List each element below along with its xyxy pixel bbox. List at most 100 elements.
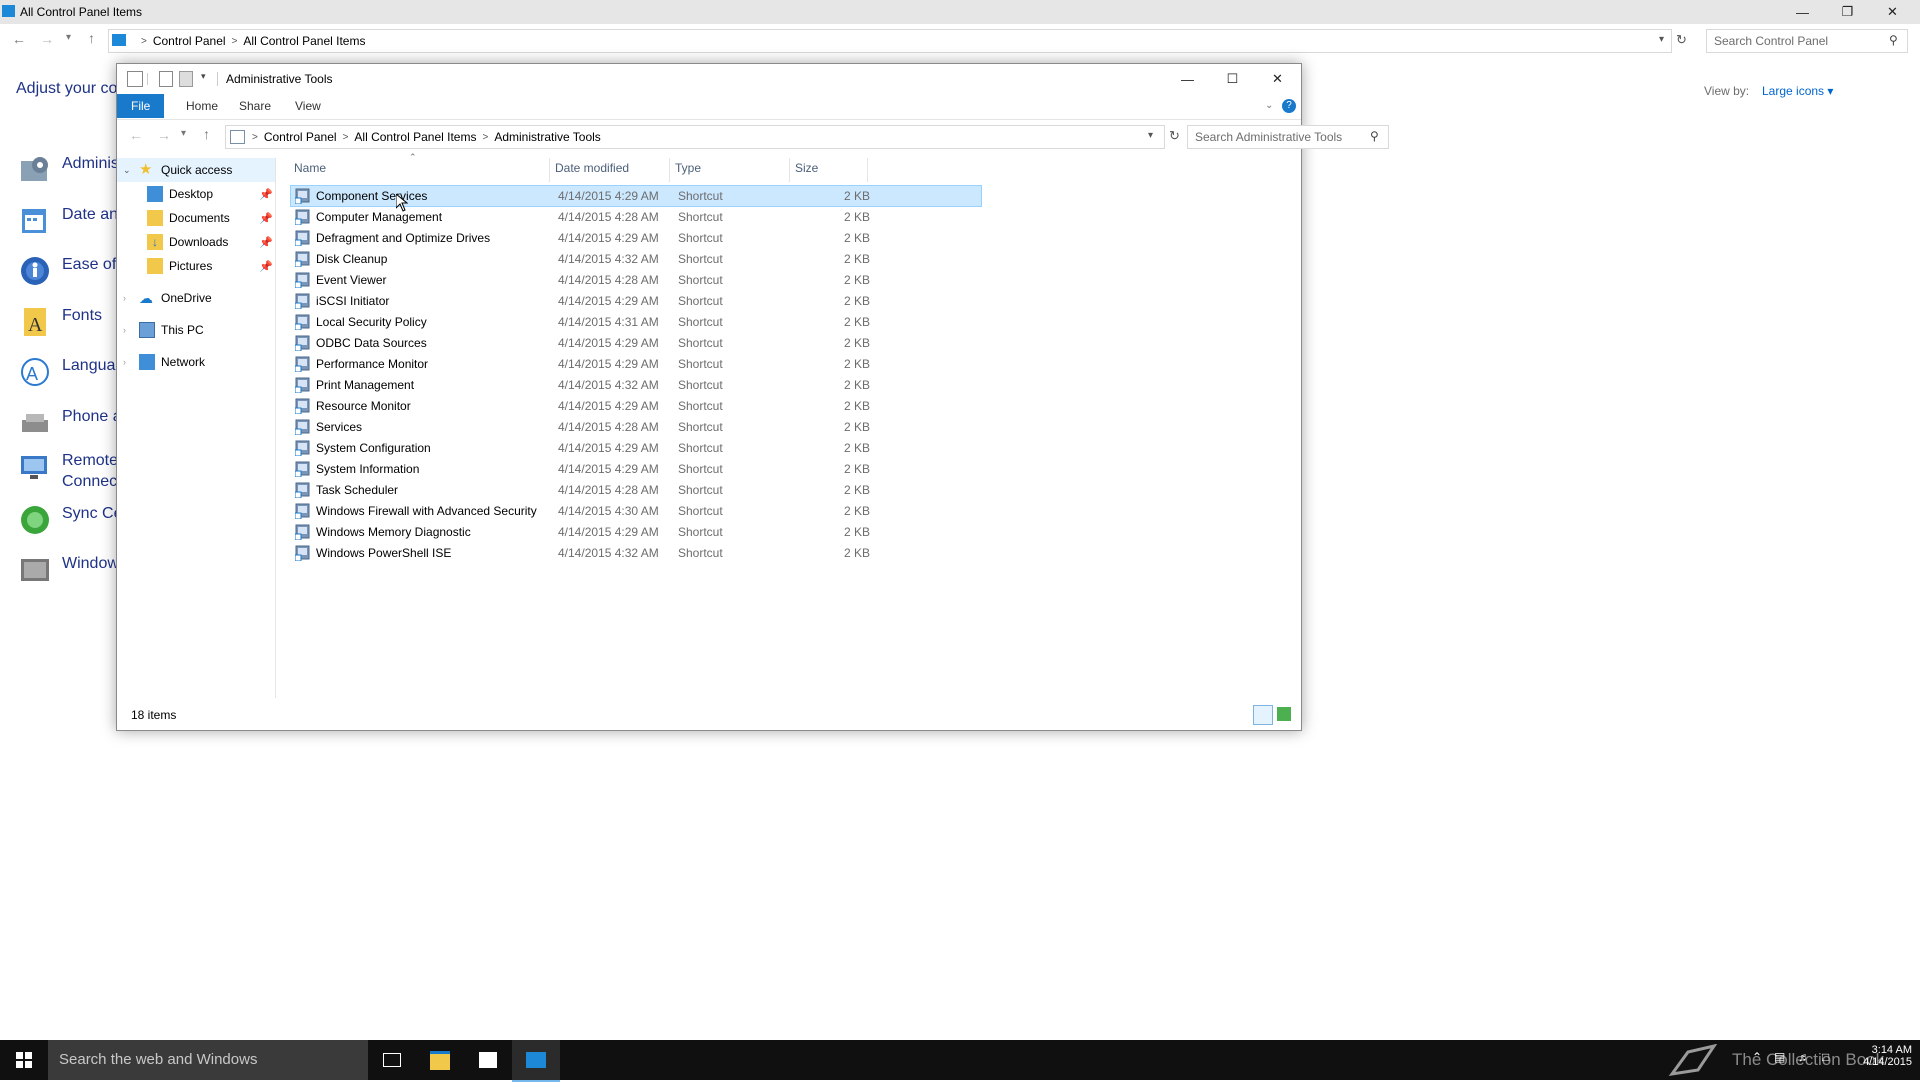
file-row[interactable]: ODBC Data Sources 4/14/2015 4:29 AM Shortc… [291,333,981,353]
breadcrumb-all-items[interactable]: All Control Panel Items [243,34,365,48]
file-row[interactable]: Performance Monitor 4/14/2015 4:29 AM Shor… [291,354,981,374]
file-row[interactable]: Print Management 4/14/2015 4:32 AM Shortcu… [291,375,981,395]
cp-item-date-time[interactable]: Date an [18,204,118,238]
file-row[interactable]: Component Services 4/14/2015 4:29 AM Short… [290,185,982,207]
pin-icon[interactable]: 📌 [259,212,273,225]
explorer-search-input[interactable]: Search Administrative Tools ⚲ [1187,125,1389,149]
file-row[interactable]: System Information 4/14/2015 4:29 AM Short… [291,459,981,479]
file-row[interactable]: Computer Management 4/14/2015 4:28 AM Shor… [291,207,981,227]
nav-desktop[interactable]: Desktop 📌 [117,182,275,206]
nav-this-pc[interactable]: › This PC [117,318,275,342]
file-row[interactable]: Event Viewer 4/14/2015 4:28 AM Shortcut 2 K… [291,270,981,290]
file-row[interactable]: iSCSI Initiator 4/14/2015 4:29 AM Shortcut… [291,291,981,311]
expand-chevron-icon[interactable]: › [123,325,133,335]
address-dropdown-icon[interactable]: ▾ [1659,34,1664,45]
large-icons-view-icon[interactable] [1277,707,1291,721]
pin-icon[interactable]: 📌 [259,236,273,249]
restore-button[interactable]: ❐ [1825,0,1870,24]
explorer-refresh-icon[interactable]: ↻ [1169,128,1180,144]
explorer-close-button[interactable]: ✕ [1255,64,1300,94]
file-explorer-taskbar-button[interactable] [416,1040,464,1080]
cp-item-phone-modem[interactable]: Phone a [18,406,122,440]
task-view-button[interactable] [368,1040,416,1080]
explorer-breadcrumb-all-items[interactable]: All Control Panel Items [354,130,476,144]
clock[interactable]: 3:14 AM 4/14/2015 [1852,1044,1912,1068]
file-row[interactable]: System Configuration 4/14/2015 4:29 AM Sho… [291,438,981,458]
tab-share[interactable]: Share [225,94,285,118]
details-view-icon[interactable] [1253,705,1273,725]
customize-toolbar-icon[interactable]: ▾ [201,71,206,82]
explorer-address-bar[interactable]: > Control Panel > All Control Panel Item… [225,125,1165,149]
file-row[interactable]: Resource Monitor 4/14/2015 4:29 AM Shortcu… [291,396,981,416]
control-panel-address-bar[interactable]: > Control Panel > All Control Panel Item… [108,29,1672,53]
expand-ribbon-icon[interactable]: ⌄ [1265,100,1273,111]
column-header-name[interactable]: Name [294,161,326,175]
network-status-icon[interactable]: ▤ [1774,1050,1785,1064]
view-by-dropdown[interactable]: Large icons ▾ [1762,84,1833,98]
pin-icon[interactable]: 📌 [259,188,273,201]
nav-documents[interactable]: Documents 📌 [117,206,275,230]
expand-chevron-icon[interactable]: › [123,293,133,303]
explorer-minimize-button[interactable]: — [1165,64,1210,94]
store-taskbar-button[interactable] [464,1040,512,1080]
nav-pictures[interactable]: Pictures 📌 [117,254,275,278]
nav-quick-access[interactable]: ⌄ ★ Quick access [117,158,275,182]
volume-icon[interactable]: ♬ [1798,1050,1810,1064]
refresh-icon[interactable]: ↻ [1676,32,1687,48]
cp-item-windows[interactable]: Window [18,553,119,587]
file-row[interactable]: Disk Cleanup 4/14/2015 4:32 AM Shortcut 2 K… [291,249,981,269]
explorer-maximize-button[interactable]: ☐ [1210,64,1255,94]
new-folder-icon[interactable] [179,71,193,87]
new-document-icon[interactable] [159,71,173,87]
explorer-recent-icon[interactable]: ▾ [181,128,186,139]
cp-item-language[interactable]: A Languag [18,355,124,389]
column-header-type[interactable]: Type [675,161,701,175]
taskbar-search-input[interactable]: Search the web and Windows [48,1040,368,1080]
nav-network[interactable]: › Network [117,350,275,374]
forward-arrow-icon[interactable]: → [40,31,54,47]
file-row[interactable]: Task Scheduler 4/14/2015 4:28 AM Shortcut 2… [291,480,981,500]
file-row[interactable]: Windows Memory Diagnostic 4/14/2015 4:29 … [291,522,981,542]
file-row[interactable]: Windows PowerShell ISE 4/14/2015 4:32 AM S… [291,543,981,563]
explorer-forward-icon[interactable]: → [157,127,171,143]
breadcrumb-control-panel[interactable]: Control Panel [153,34,226,48]
explorer-breadcrumb-control-panel[interactable]: Control Panel [264,130,337,144]
search-icon: ⚲ [1889,33,1898,47]
explorer-back-icon[interactable]: ← [129,127,143,143]
explorer-address-dropdown-icon[interactable]: ▾ [1148,130,1153,141]
minimize-button[interactable]: — [1780,0,1825,24]
nav-onedrive[interactable]: › ☁ OneDrive [117,286,275,310]
file-row[interactable]: Defragment and Optimize Drives 4/14/2015 … [291,228,981,248]
expand-chevron-icon[interactable]: ⌄ [123,165,133,176]
cp-item-ease-of-access[interactable]: Ease of [18,254,116,288]
explorer-up-icon[interactable]: ↑ [203,126,210,142]
cp-item-administrative-tools[interactable]: Adminis [18,153,119,187]
file-name: Services [316,420,363,434]
explorer-breadcrumb-admin-tools[interactable]: Administrative Tools [494,130,601,144]
start-button[interactable] [0,1040,48,1080]
control-panel-search-input[interactable]: Search Control Panel ⚲ [1706,29,1908,53]
file-row[interactable]: Windows Firewall with Advanced Security 4… [291,501,981,521]
help-icon[interactable]: ? [1282,99,1296,113]
tab-view[interactable]: View [281,94,335,118]
quick-properties-icon[interactable] [127,71,143,87]
show-hidden-icons-icon[interactable]: ⌃ [1752,1050,1762,1064]
close-button[interactable]: ✕ [1870,0,1915,24]
cp-item-sync-center[interactable]: Sync Ce [18,503,122,537]
recent-locations-icon[interactable]: ▾ [66,32,71,43]
file-row[interactable]: Local Security Policy 4/14/2015 4:31 AM Sh… [291,312,981,332]
nav-downloads[interactable]: ↓ Downloads 📌 [117,230,275,254]
cp-item-remote-connections[interactable]: Remote Connect [18,450,122,492]
pin-icon[interactable]: 📌 [259,260,273,273]
tab-home[interactable]: Home [172,94,232,118]
expand-chevron-icon[interactable]: › [123,357,133,367]
action-center-icon[interactable]: □ [1822,1050,1829,1064]
column-header-date[interactable]: Date modified [555,161,629,175]
file-row[interactable]: Services 4/14/2015 4:28 AM Shortcut 2 KB [291,417,981,437]
column-header-size[interactable]: Size [795,161,818,175]
up-arrow-icon[interactable]: ↑ [88,30,95,46]
tab-file[interactable]: File [117,94,165,118]
control-panel-taskbar-button[interactable] [512,1040,560,1082]
cp-item-fonts[interactable]: A Fonts [18,305,102,339]
back-arrow-icon[interactable]: ← [12,31,26,47]
